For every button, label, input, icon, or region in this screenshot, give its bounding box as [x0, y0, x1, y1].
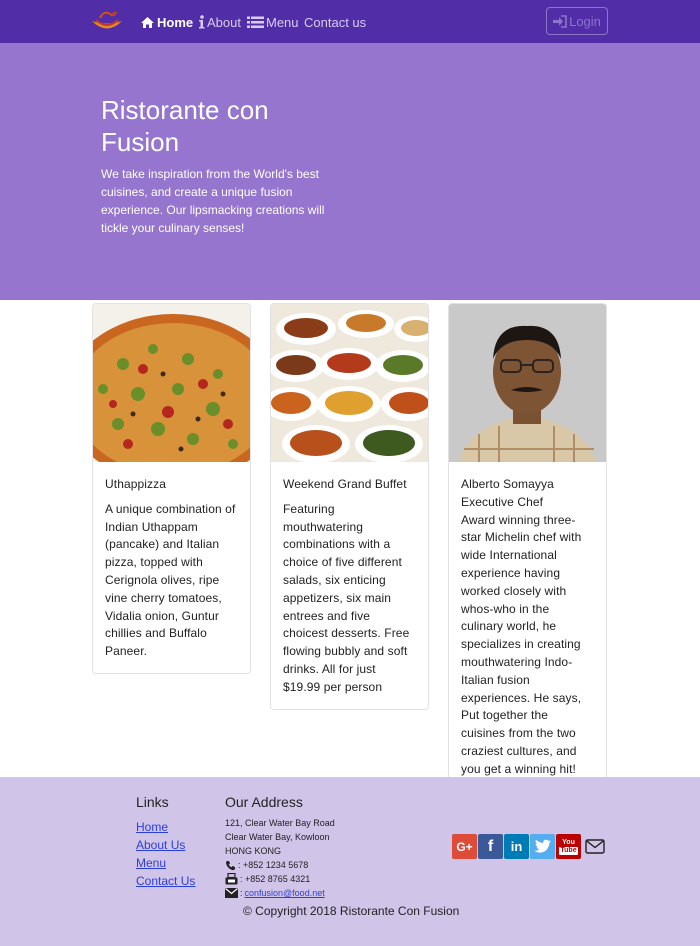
footer-link-home[interactable]: Home [136, 820, 168, 834]
restaurant-logo[interactable] [90, 8, 124, 34]
card-body: Uthappizza A unique combination of India… [93, 462, 250, 673]
google-plus-icon[interactable]: G+ [452, 834, 477, 859]
address-line: Clear Water Bay, Kowloon [225, 832, 330, 842]
facebook-icon[interactable]: f [478, 834, 503, 859]
leader-card-alberto[interactable]: Alberto Somayya Executive Chef Award win… [448, 303, 607, 810]
phone-row: : +852 1234 5678 [225, 858, 335, 872]
address-line: 121, Clear Water Bay Road [225, 818, 335, 828]
login-label: Login [569, 13, 601, 29]
chef-photo [449, 304, 606, 462]
fax-number: : +852 8765 4321 [240, 874, 311, 884]
footer-link-menu[interactable]: Menu [136, 856, 166, 870]
nav-about[interactable]: About [198, 13, 241, 31]
nav-home[interactable]: Home [140, 13, 193, 31]
twitter-icon[interactable] [530, 834, 555, 859]
footer-link-item: Menu [136, 854, 195, 872]
list-icon [247, 16, 264, 28]
nav-about-label: About [207, 14, 241, 30]
card-title: Alberto Somayya [461, 477, 554, 491]
email-colon: : [240, 888, 243, 898]
email-row: : confusion@food.net [225, 886, 335, 900]
linkedin-icon[interactable]: in [504, 834, 529, 859]
youtube-icon[interactable]: You Tube [556, 834, 581, 859]
card-body: Alberto Somayya Executive Chef Award win… [449, 462, 606, 808]
promotion-card-buffet[interactable]: Weekend Grand Buffet Featuring mouthwate… [270, 303, 429, 710]
phone-icon [226, 860, 235, 870]
nav-contact-label: Contact us [304, 14, 367, 30]
jumbotron-text: We take inspiration from the World's bes… [101, 167, 325, 235]
footer: Links Home About Us Menu Contact Us Our … [0, 777, 700, 946]
navbar: Home About Menu Contact us Login [0, 0, 700, 43]
nav-menu-label: Menu [266, 14, 299, 30]
dish-card-uthappizza[interactable]: Uthappizza A unique combination of India… [92, 303, 251, 674]
copyright: © Copyright 2018 Ristorante Con Fusion [243, 904, 460, 918]
sign-in-icon [553, 14, 567, 28]
footer-link-contact[interactable]: Contact Us [136, 874, 195, 888]
card-text: Featuring mouthwatering combinations wit… [283, 501, 410, 694]
footer-link-about[interactable]: About Us [136, 838, 185, 852]
address-line: HONG KONG [225, 846, 282, 856]
home-icon [141, 16, 154, 28]
card-title: Weekend Grand Buffet [283, 477, 407, 491]
address-block: 121, Clear Water Bay Road Clear Water Ba… [225, 816, 335, 900]
address-heading: Our Address [225, 794, 303, 810]
footer-link-item: Contact Us [136, 872, 195, 890]
card-subtitle: Executive Chef [461, 494, 544, 509]
email-link[interactable]: confusion@food.net [245, 886, 325, 900]
phone-number: : +852 1234 5678 [238, 860, 309, 870]
card-text: Award winning three-star Michelin chef w… [461, 512, 582, 794]
info-icon [199, 15, 205, 29]
jumbotron-title: Ristorante con Fusion [101, 95, 269, 157]
uthappizza-image [93, 304, 250, 462]
login-button[interactable]: Login [546, 7, 608, 35]
nav-menu[interactable]: Menu [247, 13, 299, 31]
fax-icon [225, 873, 238, 885]
nav-contact[interactable]: Contact us [304, 13, 366, 31]
nav-home-label: Home [157, 14, 194, 30]
buffet-image [271, 304, 428, 462]
card-text: A unique combination of Indian Uthappam … [105, 501, 236, 659]
jumbotron: Ristorante con Fusion We take inspiratio… [0, 43, 700, 300]
card-title: Uthappizza [105, 477, 167, 491]
envelope-icon [225, 888, 238, 898]
fax-row: : +852 8765 4321 [225, 872, 335, 886]
social-buttons: G+ f in You Tube [452, 834, 607, 859]
footer-links: Home About Us Menu Contact Us [136, 818, 195, 890]
mail-icon[interactable] [582, 834, 607, 859]
links-heading: Links [136, 794, 169, 810]
card-body: Weekend Grand Buffet Featuring mouthwate… [271, 462, 428, 709]
footer-link-item: About Us [136, 836, 195, 854]
footer-link-item: Home [136, 818, 195, 836]
